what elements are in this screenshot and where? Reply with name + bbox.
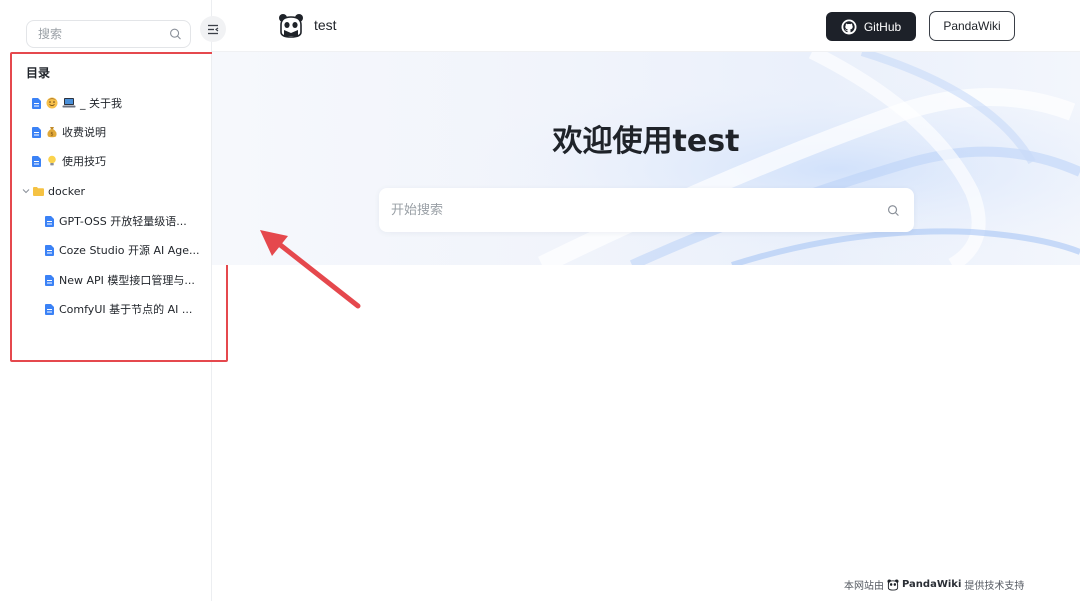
toc-folder-label: docker bbox=[48, 184, 86, 198]
footer-credit: 本网站由 PandaWiki 提供技术支持 bbox=[844, 577, 1024, 592]
search-icon[interactable] bbox=[887, 204, 900, 217]
sidebar-search[interactable] bbox=[26, 20, 191, 48]
laptop-emoji-icon bbox=[62, 98, 76, 108]
footer-brand-link[interactable]: PandaWiki bbox=[902, 579, 961, 590]
footer-suffix: 提供技术支持 bbox=[964, 581, 1025, 592]
light-bulb-icon bbox=[48, 155, 56, 166]
toc-annotation-box: 目录 _ 关于我 $ 收费说明 使用技巧 docker GPT-OSS 开放轻量… bbox=[10, 52, 228, 362]
toc-child-label: GPT-OSS 开放轻量级语... bbox=[59, 215, 187, 228]
toc-child-comfyui[interactable]: ComfyUI 基于节点的 AI ... bbox=[45, 300, 192, 318]
toc-child-new-api[interactable]: New API 模型接口管理与... bbox=[45, 271, 195, 289]
panda-logo-icon[interactable] bbox=[278, 13, 304, 39]
top-header: test GitHub PandaWiki bbox=[212, 0, 1080, 52]
annotation-arrow-icon bbox=[260, 230, 361, 309]
toc-child-coze-studio[interactable]: Coze Studio 开源 AI Age... bbox=[45, 241, 200, 259]
collapse-sidebar-icon bbox=[208, 24, 219, 34]
hero-title: 欢迎使用test bbox=[552, 124, 740, 159]
folder-icon bbox=[33, 186, 44, 196]
chevron-down-icon[interactable] bbox=[22, 187, 30, 195]
toc-child-label: ComfyUI 基于节点的 AI ... bbox=[59, 303, 193, 316]
toc-child-label: New API 模型接口管理与... bbox=[59, 274, 195, 287]
toc-item-label: _ 关于我 bbox=[80, 97, 122, 110]
github-icon bbox=[841, 19, 857, 34]
face-emoji-icon bbox=[46, 97, 58, 109]
doc-icon bbox=[45, 215, 54, 227]
toc-child-gpt-oss[interactable]: GPT-OSS 开放轻量级语... bbox=[45, 212, 187, 230]
toc-folder-docker[interactable]: docker bbox=[22, 182, 85, 200]
toc-item-label: 收费说明 bbox=[62, 126, 106, 139]
site-name[interactable]: test bbox=[314, 17, 337, 33]
money-bag-icon: $ bbox=[47, 127, 57, 138]
panda-logo-icon bbox=[887, 578, 899, 591]
toc-item-about[interactable]: _ 关于我 bbox=[32, 94, 122, 112]
toc-item-tips[interactable]: 使用技巧 bbox=[32, 152, 106, 170]
github-button[interactable]: GitHub bbox=[826, 12, 916, 41]
doc-icon bbox=[32, 97, 41, 109]
doc-icon bbox=[45, 303, 54, 315]
sidebar-search-input[interactable] bbox=[38, 27, 170, 41]
hero-search-box[interactable] bbox=[379, 188, 914, 232]
sidebar: 目录 _ 关于我 $ 收费说明 使用技巧 docker GPT-OSS 开放轻量… bbox=[0, 0, 228, 601]
doc-icon bbox=[32, 155, 41, 167]
hero-search-input[interactable] bbox=[391, 202, 888, 218]
sidebar-collapse-button[interactable] bbox=[200, 16, 226, 42]
pandawiki-button[interactable]: PandaWiki bbox=[929, 11, 1015, 41]
doc-icon bbox=[45, 274, 54, 286]
toc-title: 目录 bbox=[26, 66, 51, 80]
search-icon[interactable] bbox=[169, 27, 182, 41]
github-label: GitHub bbox=[863, 19, 902, 34]
pandawiki-label: PandaWiki bbox=[943, 19, 1001, 33]
toc-child-label: Coze Studio 开源 AI Age... bbox=[59, 244, 200, 257]
toc-item-pricing[interactable]: $ 收费说明 bbox=[32, 123, 106, 141]
doc-icon bbox=[32, 126, 41, 138]
svg-text:$: $ bbox=[50, 132, 53, 138]
toc-item-label: 使用技巧 bbox=[62, 155, 106, 168]
footer-prefix: 本网站由 bbox=[844, 581, 884, 592]
doc-icon bbox=[45, 244, 54, 256]
